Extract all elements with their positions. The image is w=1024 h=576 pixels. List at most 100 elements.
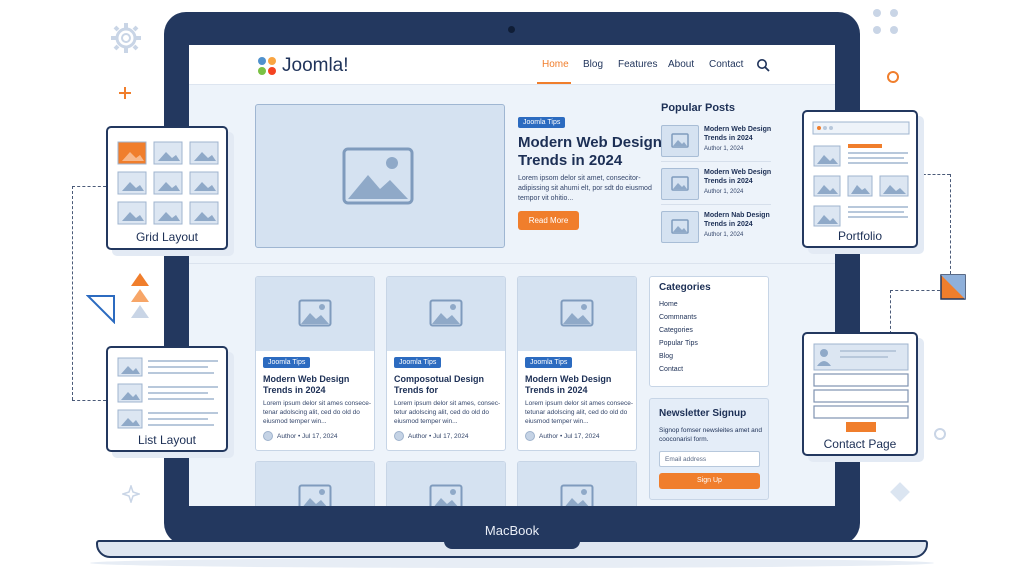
newsletter-text: Signop fomser newsleites amet and coocon… <box>659 427 762 443</box>
email-field[interactable]: Email address <box>659 451 760 467</box>
card-title[interactable]: Modern Web Design Trends in 2024 <box>525 374 630 396</box>
image-placeholder-icon <box>671 219 689 234</box>
grid-layout-panel: Grid Layout <box>106 126 228 250</box>
popular-post-title[interactable]: Modern Web Design Trends in 2024 <box>704 125 776 143</box>
sign-up-button[interactable]: Sign Up <box>659 473 760 489</box>
image-placeholder-icon <box>671 176 689 191</box>
card-tag-badge[interactable]: Joomla Tips <box>394 357 442 368</box>
triangle-icon <box>86 295 115 324</box>
portfolio-panel: Portfolio <box>802 110 918 248</box>
connector-line <box>72 400 106 401</box>
card-image <box>387 277 505 351</box>
connector-line <box>72 186 73 400</box>
card-tag-badge[interactable]: Joomla Tips <box>263 357 311 368</box>
nav-features[interactable]: Features <box>618 59 657 70</box>
image-placeholder-icon <box>560 299 594 327</box>
nav-home[interactable]: Home <box>542 59 569 70</box>
section-divider <box>189 263 835 264</box>
website-screen: Joomla! Home Blog Features About Contact… <box>189 45 835 506</box>
image-placeholder-icon <box>298 484 332 506</box>
plus-icon <box>119 87 131 99</box>
card-image <box>256 277 374 351</box>
article-card[interactable] <box>517 461 637 506</box>
connector-line <box>950 174 951 274</box>
triangles-stack-icon <box>131 273 149 318</box>
category-link[interactable]: Commnants <box>659 314 697 321</box>
article-card[interactable]: Joomla Tips Modern Web Design Trends in … <box>255 276 375 451</box>
popular-post-title[interactable]: Modern Nab Design Trends in 2024 <box>704 211 776 229</box>
grid-thumbnails-icon <box>117 141 219 225</box>
category-link[interactable]: Contact <box>659 366 683 373</box>
image-placeholder-icon <box>429 299 463 327</box>
laptop-brand-label: MacBook <box>484 523 540 538</box>
article-card[interactable]: Joomla Tips Modern Web Design Trends in … <box>517 276 637 451</box>
article-card[interactable]: Joomla Tips Composotual Design Trends fo… <box>386 276 506 451</box>
site-header: Joomla! Home Blog Features About Contact <box>189 45 835 85</box>
avatar <box>394 431 404 441</box>
card-image <box>387 462 505 506</box>
laptop-notch <box>444 538 580 549</box>
card-tag-badge[interactable]: Joomla Tips <box>525 357 573 368</box>
category-link[interactable]: Blog <box>659 353 673 360</box>
ring-icon <box>887 71 899 83</box>
diamond-icon <box>890 482 910 502</box>
hero-image[interactable] <box>255 104 505 248</box>
popular-post-title[interactable]: Modern Web Design Trends in 2024 <box>704 168 776 186</box>
hero-tag-badge[interactable]: Joomla Tips <box>518 117 566 128</box>
popular-posts-heading: Popular Posts <box>661 102 735 114</box>
connector-line <box>918 174 950 175</box>
popular-post-thumb[interactable] <box>661 168 699 200</box>
divider <box>661 204 771 205</box>
popular-post-meta: Author 1, 2024 <box>704 146 744 152</box>
connector-line <box>890 290 891 334</box>
popular-post-thumb[interactable] <box>661 211 699 243</box>
corner-square-icon <box>940 274 966 300</box>
popular-post-meta: Author 1, 2024 <box>704 232 744 238</box>
card-title[interactable]: Modern Web Design Trends in 2024 <box>263 374 368 396</box>
categories-heading: Categories <box>659 282 711 293</box>
sparkle-icon <box>122 485 140 503</box>
ring-icon <box>934 428 946 440</box>
card-meta: Author • Jul 17, 2024 <box>408 433 469 440</box>
contact-page-panel: Contact Page <box>802 332 918 456</box>
list-layout-panel: List Layout <box>106 346 228 452</box>
newsletter-heading: Newsletter Signup <box>659 408 747 419</box>
read-more-button[interactable]: Read More <box>518 211 579 230</box>
card-excerpt: Lorem ipsum delor sit ames consece- tena… <box>263 400 372 425</box>
nav-about[interactable]: About <box>668 59 694 70</box>
card-excerpt: Lorem ipsum delor sit ames, consec- tetu… <box>394 400 501 425</box>
nav-blog[interactable]: Blog <box>583 59 603 70</box>
card-image <box>518 462 636 506</box>
card-image <box>256 462 374 506</box>
popular-post-thumb[interactable] <box>661 125 699 157</box>
avatar <box>525 431 535 441</box>
article-card[interactable] <box>255 461 375 506</box>
card-meta: Author • Jul 17, 2024 <box>277 433 338 440</box>
portfolio-label: Portfolio <box>837 229 883 243</box>
image-placeholder-icon <box>429 484 463 506</box>
image-placeholder-icon <box>298 299 332 327</box>
categories-widget: Categories Home Commnants Categories Pop… <box>649 276 769 387</box>
image-placeholder-icon <box>342 147 414 205</box>
nav-active-indicator <box>537 82 571 84</box>
category-link[interactable]: Home <box>659 301 678 308</box>
contact-form-icon <box>813 343 909 432</box>
site-logo-text[interactable]: Joomla! <box>282 55 349 77</box>
nav-contact[interactable]: Contact <box>709 59 743 70</box>
newsletter-widget: Newsletter Signup Signop fomser newsleit… <box>649 398 769 500</box>
category-link[interactable]: Popular Tips <box>659 340 698 347</box>
article-card[interactable] <box>386 461 506 506</box>
popular-post-meta: Author 1, 2024 <box>704 189 744 195</box>
image-placeholder-icon <box>560 484 594 506</box>
category-link[interactable]: Categories <box>659 327 693 334</box>
card-meta: Author • Jul 17, 2024 <box>539 433 600 440</box>
joomla-logo-icon <box>258 57 276 75</box>
connector-line <box>72 186 106 187</box>
search-icon[interactable] <box>756 58 770 72</box>
gear-icon <box>111 23 141 53</box>
contact-page-label: Contact Page <box>823 437 897 451</box>
card-image <box>518 277 636 351</box>
avatar <box>263 431 273 441</box>
card-title[interactable]: Composotual Design Trends for <box>394 374 499 396</box>
list-rows-icon <box>117 357 218 429</box>
